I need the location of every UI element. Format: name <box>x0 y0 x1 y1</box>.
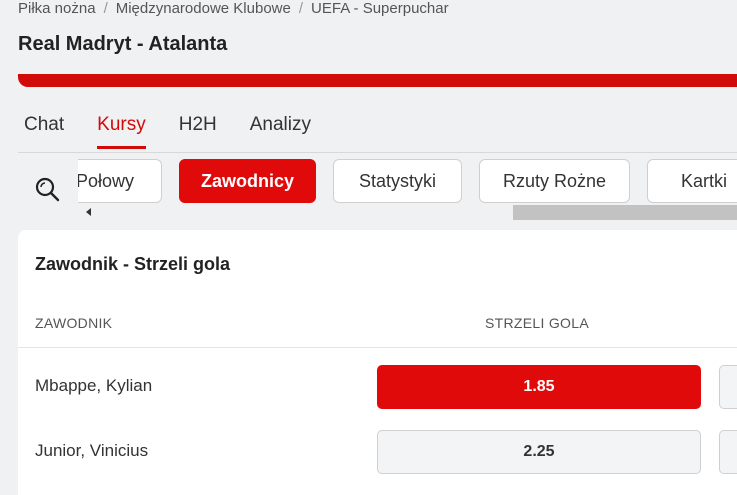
breadcrumb-item-region[interactable]: Międzynarodowe Klubowe <box>116 0 291 17</box>
page-title: Real Madryt - Atalanta <box>18 33 228 55</box>
tabs-divider <box>18 152 737 153</box>
tab-chat[interactable]: Chat <box>24 114 64 149</box>
market-card: Zawodnik - Strzeli gola ZAWODNIK STRZELI… <box>18 230 737 495</box>
event-header-bar <box>18 74 737 87</box>
tab-analizy[interactable]: Analizy <box>250 114 311 149</box>
odd-button[interactable]: 2.25 <box>377 430 701 474</box>
header-divider <box>18 347 737 348</box>
chips-scrollbar-thumb[interactable] <box>513 205 737 220</box>
breadcrumb-separator: / <box>298 0 304 17</box>
chip-polowy[interactable]: Połowy <box>78 159 162 203</box>
odd-button[interactable]: 1.85 <box>377 365 701 409</box>
player-name: Junior, Vinicius <box>35 441 149 460</box>
tab-kursy[interactable]: Kursy <box>97 114 146 149</box>
breadcrumb-item-sport[interactable]: Piłka nożna <box>18 0 96 17</box>
breadcrumb-item-competition[interactable]: UEFA - Superpuchar <box>311 0 449 17</box>
odd-button-next-column[interactable] <box>719 365 737 409</box>
search-icon <box>35 177 60 202</box>
market-filter-chips: Połowy Zawodnicy Statystyki Rzuty Rożne … <box>78 159 737 203</box>
event-tabs: Chat Kursy H2H Analizy <box>24 114 311 149</box>
player-name: Mbappe, Kylian <box>35 376 153 395</box>
chip-rzuty-rozne[interactable]: Rzuty Rożne <box>479 159 630 203</box>
search-button[interactable] <box>33 175 61 203</box>
tab-h2h[interactable]: H2H <box>179 114 217 149</box>
breadcrumb-separator: / <box>103 0 108 17</box>
breadcrumb: Piłka nożna / Międzynarodowe Klubowe / U… <box>18 0 449 17</box>
chip-zawodnicy[interactable]: Zawodnicy <box>179 159 316 203</box>
column-header-goal: STRZELI GOLA <box>485 315 589 331</box>
chip-kartki[interactable]: Kartki <box>647 159 737 203</box>
market-title: Zawodnik - Strzeli gola <box>35 254 231 274</box>
caret-left-icon[interactable] <box>86 208 91 216</box>
chip-statystyki[interactable]: Statystyki <box>333 159 462 203</box>
odd-button-next-column[interactable] <box>719 430 737 474</box>
column-header-player: ZAWODNIK <box>35 315 113 331</box>
